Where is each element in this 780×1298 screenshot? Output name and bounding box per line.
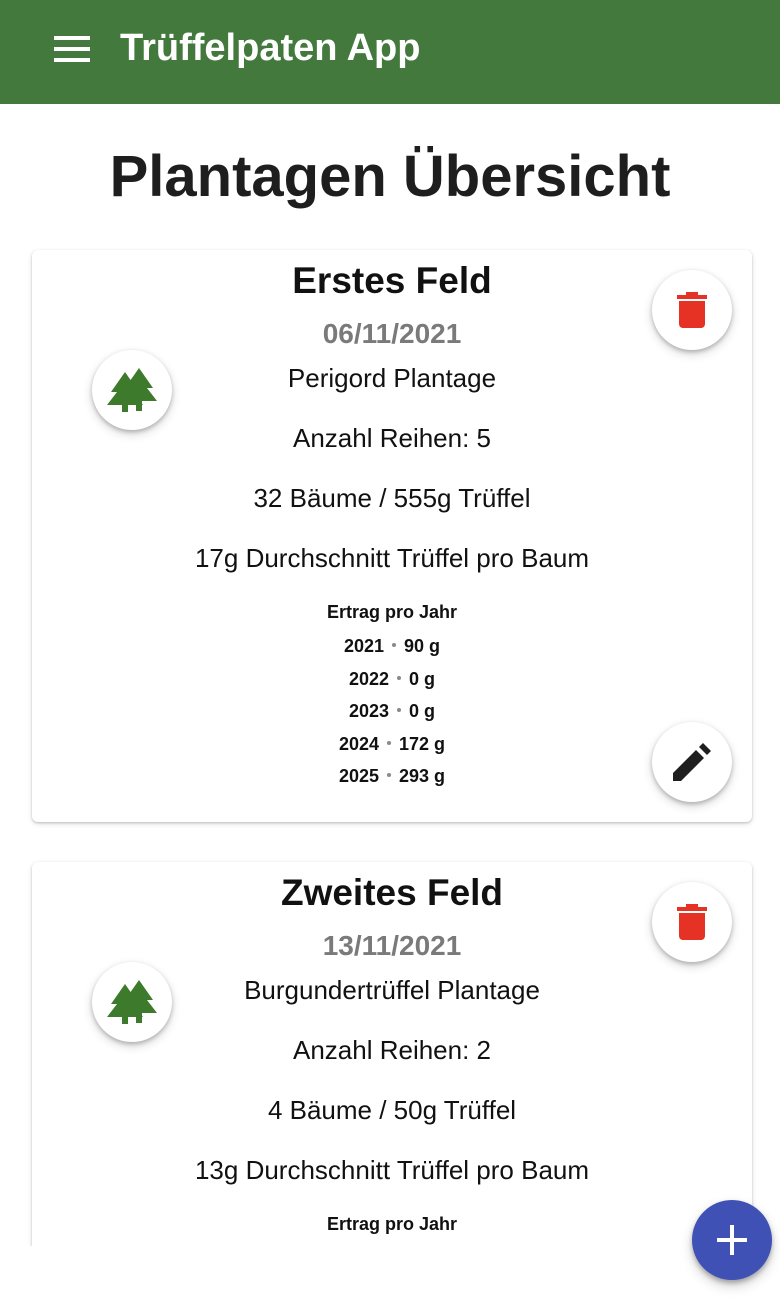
plantation-card: Erstes Feld 06/11/2021 Perigord Plantage… — [32, 250, 752, 822]
plantation-average: 13g Durchschnitt Trüffel pro Baum — [194, 1155, 590, 1185]
plantation-trees-button[interactable] — [92, 350, 172, 430]
menu-icon-bar — [54, 47, 90, 51]
separator-dot — [397, 708, 402, 713]
separator-dot — [387, 773, 391, 778]
yield-item: 2021 90 g — [32, 630, 752, 663]
plantation-name: Erstes Feld — [292, 260, 492, 301]
delete-plantation-button[interactable] — [652, 882, 732, 962]
yield-item: 2022 0 g — [32, 663, 752, 696]
app-title: Trüffelpaten App — [120, 27, 421, 69]
page-title: Plantagen Übersicht — [109, 144, 671, 209]
yield-item: 2023 0 g — [32, 695, 752, 728]
yield-amount: 0 g — [409, 668, 436, 689]
yield-year: 2023 — [348, 701, 390, 721]
plantation-card: Zweites Feld 13/11/2021 Burgundertrüffel… — [32, 862, 752, 1246]
plantation-trees-button[interactable] — [92, 962, 172, 1042]
yield-amount: 293 g — [399, 766, 446, 786]
yield-year: 2021 — [343, 636, 384, 656]
yield-list: 2021 90 g 2022 0 g 2023 0 g 2024 172 g 2025 2… — [32, 630, 752, 793]
plantation-totals: 4 Bäume / 50g Trüffel — [267, 1095, 517, 1125]
yield-title: Ertrag pro Jahr — [326, 602, 458, 622]
yield-year: 2025 — [338, 766, 379, 786]
separator-dot — [397, 675, 402, 680]
add-plantation-button[interactable] — [692, 1200, 772, 1280]
menu-icon-bar — [54, 58, 90, 62]
plus-icon — [717, 1225, 747, 1255]
content-area: Plantagen Übersicht Erstes Feld 06/11/20… — [0, 104, 780, 1246]
yield-year: 2022 — [348, 668, 390, 689]
trees-icon — [107, 980, 157, 1024]
yield-amount: 0 g — [409, 701, 436, 721]
plantation-date: 13/11/2021 — [322, 930, 462, 961]
yield-amount: 90 g — [404, 636, 441, 656]
menu-icon — [54, 36, 90, 40]
yield-title: Ertrag pro Jahr — [326, 1214, 458, 1234]
menu-button[interactable] — [54, 36, 90, 62]
plantation-name: Zweites Feld — [280, 872, 504, 913]
trash-icon — [677, 904, 707, 940]
yield-item: 2025 293 g — [32, 760, 752, 793]
trees-icon — [107, 368, 157, 412]
yield-item: 2024 172 g — [32, 728, 752, 761]
delete-plantation-button[interactable] — [652, 270, 732, 350]
pencil-icon — [673, 743, 711, 781]
yield-year: 2024 — [338, 733, 379, 754]
plantation-date: 06/11/2021 — [322, 318, 462, 349]
plantation-totals: 32 Bäume / 555g Trüffel — [253, 483, 531, 513]
edit-plantation-button[interactable] — [652, 722, 732, 802]
plantation-average: 17g Durchschnitt Trüffel pro Baum — [194, 543, 590, 573]
trash-icon — [677, 292, 707, 328]
app-bar: Trüffelpaten App — [0, 0, 780, 104]
yield-amount: 172 g — [399, 733, 446, 754]
separator-dot — [392, 643, 396, 648]
separator-dot — [387, 740, 391, 745]
